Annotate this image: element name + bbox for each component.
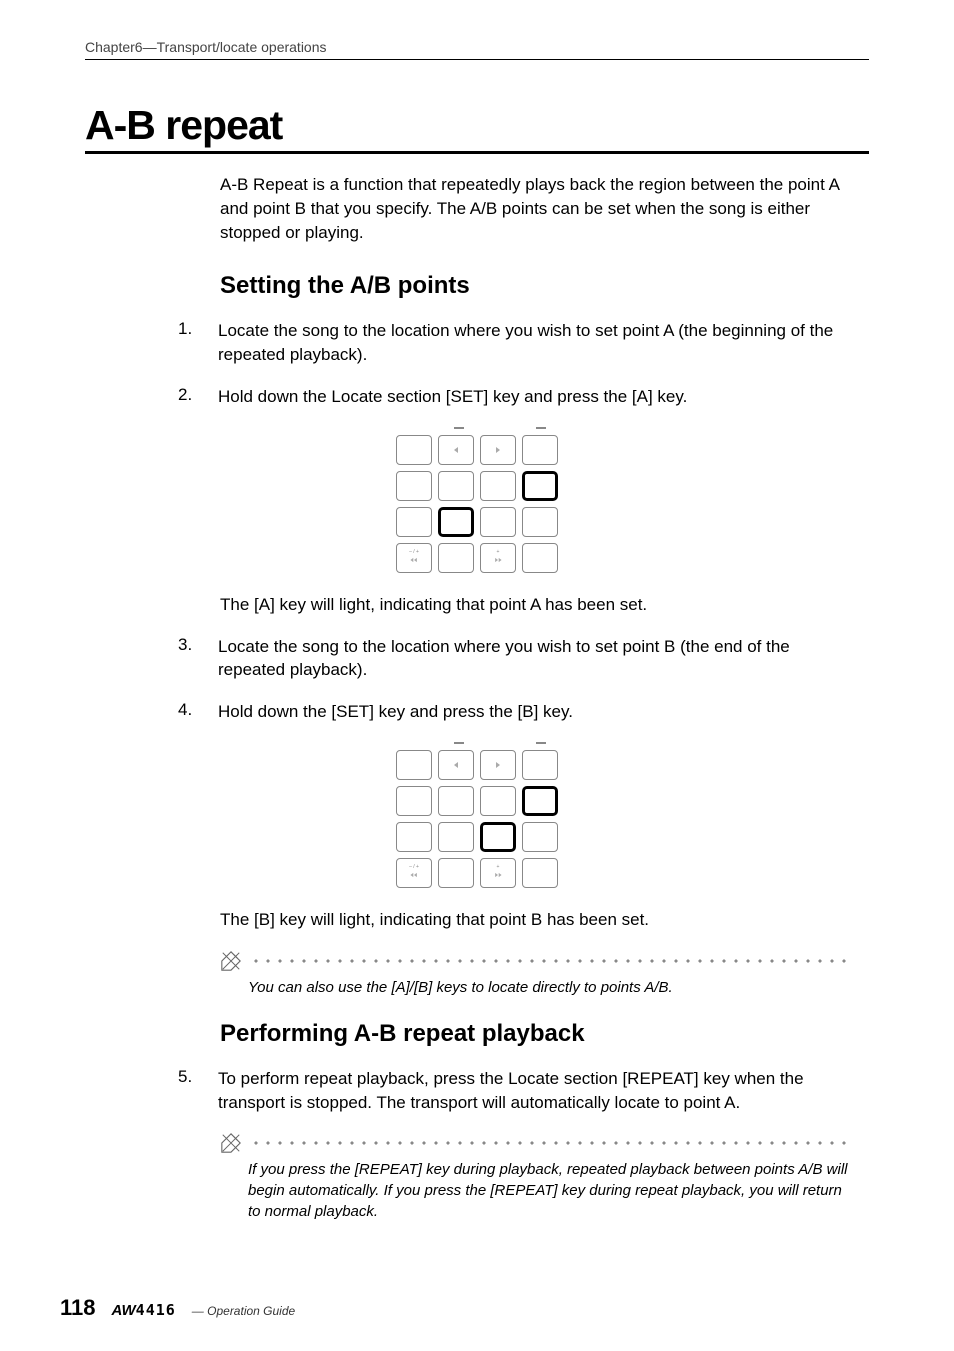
step-text: Hold down the Locate section [SET] key a…: [218, 385, 687, 409]
key-next: [480, 435, 516, 465]
step-item: 3. Locate the song to the location where…: [178, 635, 849, 683]
key-blank: [396, 822, 432, 852]
page-title: A-B repeat: [85, 102, 869, 154]
key-set-highlighted: [522, 471, 558, 501]
key-prev: [438, 435, 474, 465]
tip-text: If you press the [REPEAT] key during pla…: [248, 1159, 849, 1222]
key-a-highlighted: [438, 507, 474, 537]
step-number: 1.: [178, 319, 218, 367]
key-ff: +: [480, 858, 516, 888]
step-text: Locate the song to the location where yo…: [218, 635, 849, 683]
key-set-highlighted: [522, 786, 558, 816]
step-number: 4.: [178, 700, 218, 724]
product-logo: AW4416: [112, 1301, 176, 1320]
key-next: [480, 750, 516, 780]
chapter-header: Chapter6—Transport/locate operations: [85, 39, 869, 60]
key-blank: [396, 750, 432, 780]
key-blank: [522, 543, 558, 573]
pencil-icon: [220, 950, 242, 972]
keypad-diagram-b: – / + +: [391, 742, 563, 888]
sub-heading-performing-ab: Performing A-B repeat playback: [220, 1020, 869, 1048]
step-item: 5. To perform repeat playback, press the…: [178, 1067, 849, 1115]
step-text: Hold down the [SET] key and press the [B…: [218, 700, 573, 724]
step-number: 5.: [178, 1067, 218, 1115]
intro-paragraph: A-B Repeat is a function that repeatedly…: [220, 173, 849, 244]
key-blank: [480, 471, 516, 501]
step-number: 2.: [178, 385, 218, 409]
key-blank: [438, 822, 474, 852]
keypad-diagram-a: – / + +: [391, 427, 563, 573]
tip-text: You can also use the [A]/[B] keys to loc…: [248, 977, 849, 998]
result-text: The [B] key will light, indicating that …: [220, 908, 849, 932]
key-rew: – / +: [396, 543, 432, 573]
step-item: 4. Hold down the [SET] key and press the…: [178, 700, 849, 724]
step-item: 1. Locate the song to the location where…: [178, 319, 849, 367]
key-blank: [480, 507, 516, 537]
key-blank: [438, 543, 474, 573]
key-blank: [522, 858, 558, 888]
pencil-icon: [220, 1132, 242, 1154]
key-blank: [480, 786, 516, 816]
step-item: 2. Hold down the Locate section [SET] ke…: [178, 385, 849, 409]
key-blank: [522, 507, 558, 537]
key-prev: [438, 750, 474, 780]
key-blank: [438, 786, 474, 816]
key-rew: – / +: [396, 858, 432, 888]
key-blank: [396, 471, 432, 501]
tip-block: If you press the [REPEAT] key during pla…: [220, 1132, 849, 1222]
footer-guide-label: — Operation Guide: [192, 1304, 295, 1318]
step-number: 3.: [178, 635, 218, 683]
key-blank: [396, 435, 432, 465]
key-blank: [438, 858, 474, 888]
sub-heading-setting-ab: Setting the A/B points: [220, 272, 869, 300]
key-blank: [522, 822, 558, 852]
dotted-separator: [250, 1140, 849, 1146]
key-ff: +: [480, 543, 516, 573]
key-blank: [396, 786, 432, 816]
key-b-highlighted: [480, 822, 516, 852]
tip-block: You can also use the [A]/[B] keys to loc…: [220, 950, 849, 998]
step-text: To perform repeat playback, press the Lo…: [218, 1067, 849, 1115]
key-blank: [522, 750, 558, 780]
page-footer: 118 AW4416 — Operation Guide: [60, 1295, 869, 1321]
key-blank: [438, 471, 474, 501]
key-blank: [522, 435, 558, 465]
page-number: 118: [60, 1295, 96, 1321]
dotted-separator: [250, 958, 849, 964]
key-blank: [396, 507, 432, 537]
step-text: Locate the song to the location where yo…: [218, 319, 849, 367]
result-text: The [A] key will light, indicating that …: [220, 593, 849, 617]
